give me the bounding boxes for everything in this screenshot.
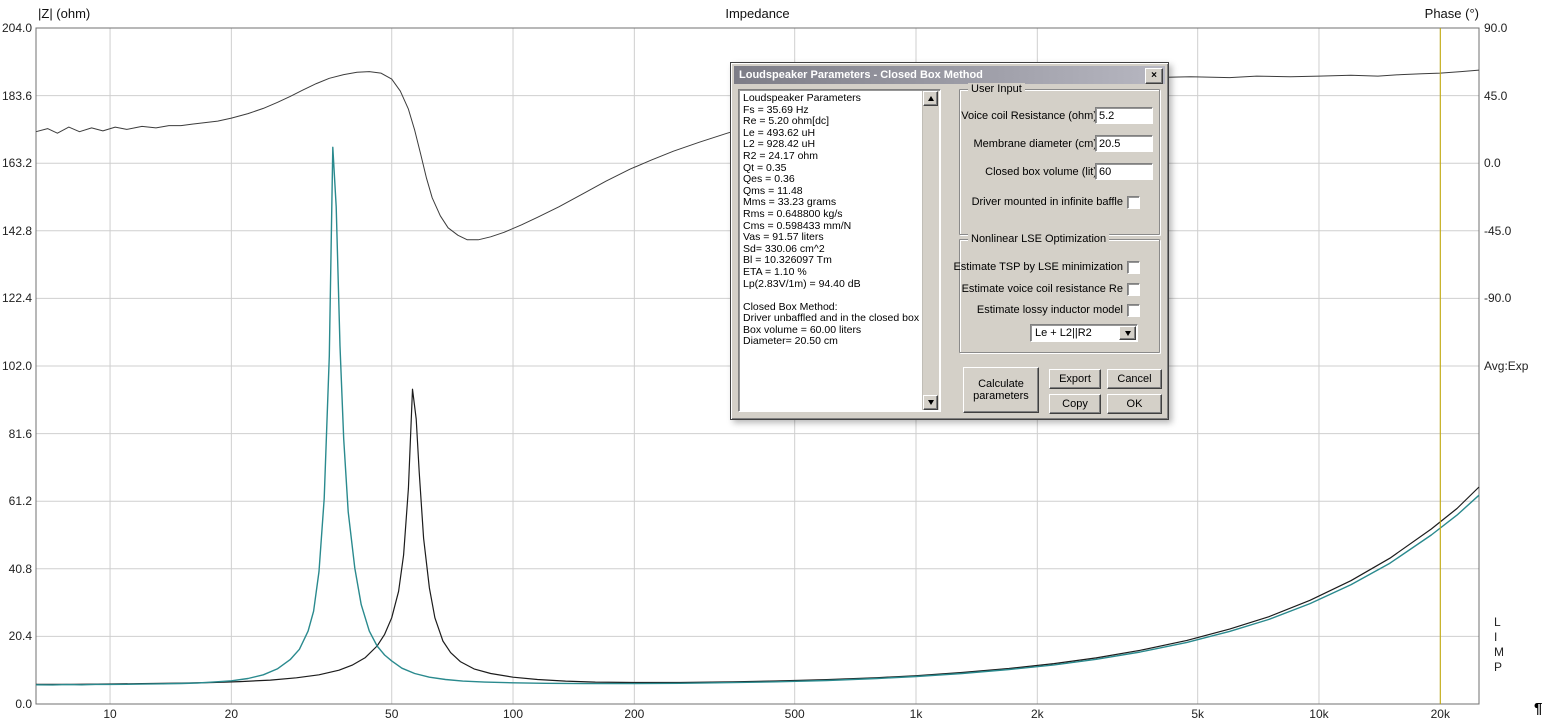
copy-button[interactable]: Copy bbox=[1049, 394, 1101, 414]
closed-box-volume-input[interactable] bbox=[1095, 163, 1153, 180]
phase-tick-label: 0.0 bbox=[1484, 156, 1501, 171]
infinite-baffle-checkbox[interactable] bbox=[1127, 196, 1140, 209]
freq-tick-label: 50 bbox=[385, 707, 399, 721]
z-tick-label: 204.0 bbox=[1, 21, 32, 35]
z-tick-label: 20.4 bbox=[8, 629, 32, 644]
closed-box-volume-label: Closed box volume (lit) bbox=[985, 166, 1097, 178]
freq-tick-label: 20k bbox=[1430, 707, 1450, 721]
chevron-down-icon bbox=[1124, 330, 1131, 336]
freq-tick-label: 200 bbox=[624, 707, 645, 721]
membrane-diameter-input[interactable] bbox=[1095, 135, 1153, 152]
dropdown-button[interactable] bbox=[1119, 326, 1136, 340]
phase-tick-label: 90.0 bbox=[1484, 21, 1508, 35]
estimate-tsp-label: Estimate TSP by LSE minimization bbox=[953, 261, 1123, 273]
loudspeaker-parameters-dialog: Loudspeaker Parameters - Closed Box Meth… bbox=[730, 62, 1169, 420]
dialog-titlebar[interactable]: Loudspeaker Parameters - Closed Box Meth… bbox=[734, 66, 1165, 84]
estimate-inductor-label: Estimate lossy inductor model bbox=[976, 304, 1123, 316]
dialog-title: Loudspeaker Parameters - Closed Box Meth… bbox=[739, 69, 983, 81]
cancel-button[interactable]: Cancel bbox=[1107, 369, 1162, 389]
estimate-re-checkbox[interactable] bbox=[1127, 283, 1140, 296]
z-tick-label: 163.2 bbox=[1, 156, 32, 171]
export-button[interactable]: Export bbox=[1049, 369, 1101, 389]
voice-coil-resistance-input[interactable] bbox=[1095, 107, 1153, 124]
freq-tick-label: 1k bbox=[909, 707, 923, 721]
estimate-tsp-checkbox[interactable] bbox=[1127, 261, 1140, 274]
arrow-down-icon bbox=[927, 400, 934, 405]
z-tick-label: 183.6 bbox=[1, 88, 32, 103]
freq-tick-label: 500 bbox=[784, 707, 805, 721]
user-input-legend: User Input bbox=[968, 83, 1025, 95]
freq-tick-label: 10 bbox=[103, 707, 117, 721]
calculate-parameters-button[interactable]: Calculate parameters bbox=[963, 367, 1039, 413]
freq-tick-label: 100 bbox=[503, 707, 524, 721]
phase-tick-label: -45.0 bbox=[1484, 223, 1512, 238]
phase-tick-label: -90.0 bbox=[1484, 291, 1512, 306]
z-tick-label: 81.6 bbox=[8, 426, 32, 441]
freq-tick-label: 10k bbox=[1309, 707, 1329, 721]
z-tick-label: 102.0 bbox=[1, 359, 32, 373]
parameters-textbox[interactable]: Loudspeaker Parameters Fs = 35.69 Hz Re … bbox=[738, 89, 941, 412]
pilcrow-marker: ¶ bbox=[1534, 700, 1543, 717]
estimate-inductor-checkbox[interactable] bbox=[1127, 304, 1140, 317]
scroll-up-button[interactable] bbox=[923, 91, 938, 106]
voice-coil-resistance-label: Voice coil Resistance (ohm) bbox=[961, 110, 1097, 122]
inductor-model-value: Le + L2||R2 bbox=[1035, 327, 1092, 339]
phase-tick-label: 45.0 bbox=[1484, 88, 1508, 103]
limp-watermark: L I M P bbox=[1494, 615, 1504, 674]
z-tick-label: 40.8 bbox=[8, 561, 32, 576]
infinite-baffle-label: Driver mounted in infinite baffle bbox=[971, 196, 1123, 208]
close-icon[interactable]: × bbox=[1145, 68, 1163, 84]
z-tick-label: 0.0 bbox=[15, 697, 32, 711]
z-tick-label: 142.8 bbox=[1, 223, 32, 238]
z-tick-label: 122.4 bbox=[1, 291, 32, 306]
parameters-text: Loudspeaker Parameters Fs = 35.69 Hz Re … bbox=[743, 93, 920, 348]
scroll-down-button[interactable] bbox=[923, 395, 938, 410]
ok-button[interactable]: OK bbox=[1107, 394, 1162, 414]
lse-legend: Nonlinear LSE Optimization bbox=[968, 233, 1110, 245]
estimate-re-label: Estimate voice coil resistance Re bbox=[961, 283, 1123, 295]
arrow-up-icon bbox=[927, 96, 934, 101]
lse-optimization-group: Nonlinear LSE Optimization Estimate TSP … bbox=[953, 233, 1160, 353]
z-tick-label: 61.2 bbox=[8, 494, 32, 509]
freq-tick-label: 5k bbox=[1191, 707, 1205, 721]
parameters-scrollbar[interactable] bbox=[922, 91, 939, 410]
freq-tick-label: 20 bbox=[224, 707, 239, 721]
inductor-model-dropdown[interactable]: Le + L2||R2 bbox=[1030, 324, 1138, 342]
user-input-group: User Input Voice coil Resistance (ohm) M… bbox=[959, 83, 1160, 235]
averaging-mode-label: Avg:Exp bbox=[1484, 359, 1529, 373]
membrane-diameter-label: Membrane diameter (cm) bbox=[973, 138, 1097, 150]
freq-tick-label: 2k bbox=[1030, 707, 1044, 721]
